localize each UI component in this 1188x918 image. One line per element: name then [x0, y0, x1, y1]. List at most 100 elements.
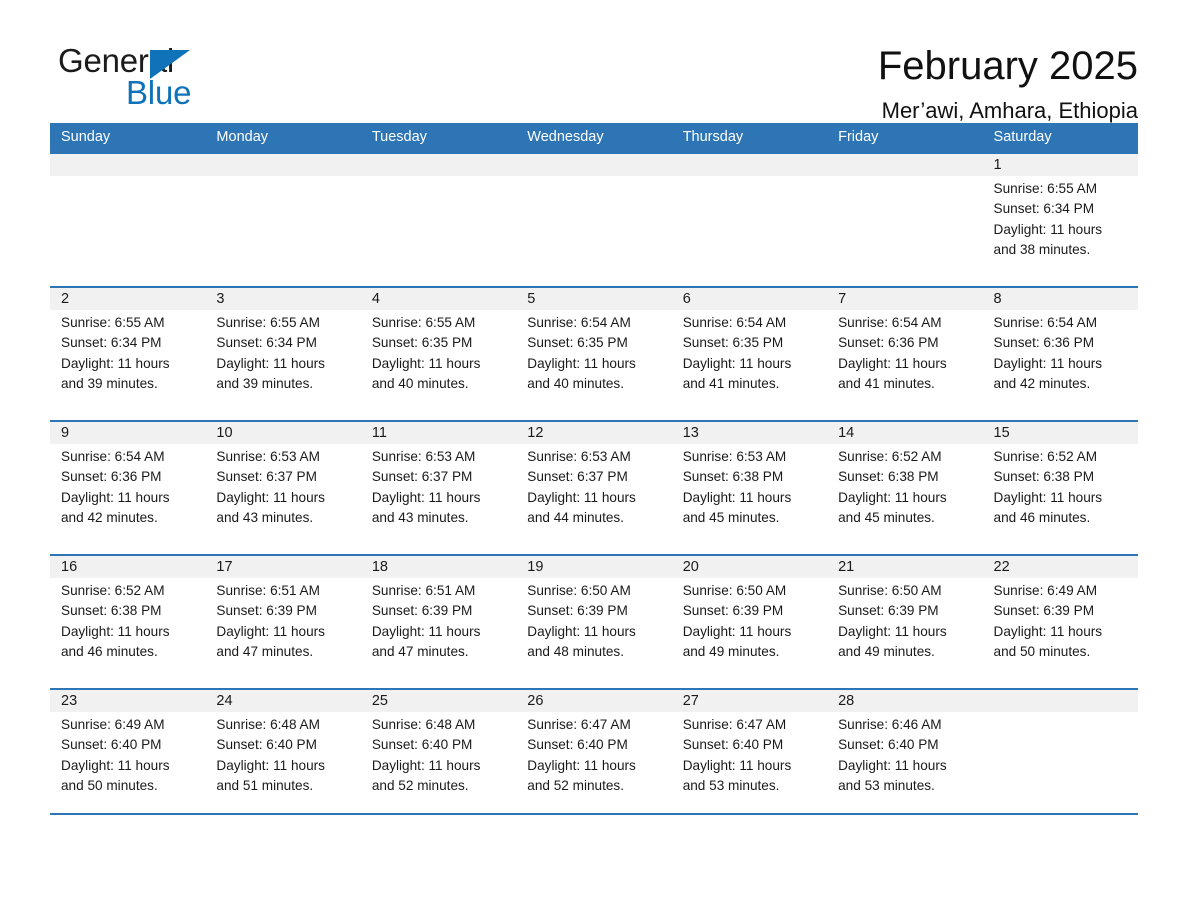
weekday-header-tuesday: Tuesday — [371, 129, 427, 145]
day-details: Sunrise: 6:50 AM Sunset: 6:39 PM Daylight:… — [827, 578, 982, 662]
calendar-day-cell[interactable]: 14 Sunrise: 6:52 AM Sunset: 6:38 PM Dayligh… — [827, 422, 983, 554]
sunset-time: Sunset: 6:38 PM — [61, 603, 162, 619]
day-number: 14 — [827, 422, 983, 444]
daylight-duration-line1: Daylight: 11 hours — [682, 623, 792, 639]
day-number: 26 — [516, 690, 672, 712]
day-details: Sunrise: 6:48 AM Sunset: 6:40 PM Daylight:… — [205, 712, 360, 796]
sunrise-time: Sunrise: 6:50 AM — [838, 583, 942, 598]
calendar-day-cell[interactable]: 16 Sunrise: 6:52 AM Sunset: 6:38 PM Dayligh… — [50, 556, 206, 688]
daylight-duration-line2: and 42 minutes. — [61, 509, 158, 525]
day-number: 12 — [516, 422, 672, 444]
day-number: 13 — [671, 422, 828, 444]
day-details: Sunrise: 6:52 AM Sunset: 6:38 PM Daylight:… — [827, 444, 982, 528]
day-details: Sunrise: 6:53 AM Sunset: 6:37 PM Daylight:… — [205, 444, 360, 528]
day-number — [982, 690, 1138, 712]
day-number: 5 — [516, 288, 672, 310]
sunrise-time: Sunrise: 6:55 AM — [61, 315, 165, 330]
calendar-day-cell[interactable]: 5 Sunrise: 6:54 AM Sunset: 6:35 PM Daylight… — [516, 288, 672, 420]
day-details: Sunrise: 6:47 AM Sunset: 6:40 PM Daylight:… — [516, 712, 671, 796]
calendar-day-cell-empty — [516, 154, 672, 286]
sunset-time: Sunset: 6:35 PM — [682, 335, 784, 351]
weekday-header-sunday: Sunday — [61, 129, 111, 145]
daylight-duration-line1: Daylight: 11 hours — [838, 355, 947, 371]
day-number: 16 — [50, 556, 206, 578]
weekday-header-thursday: Thursday — [682, 129, 744, 145]
sunset-time: Sunset: 6:38 PM — [993, 469, 1095, 485]
calendar-day-cell-empty — [360, 154, 517, 286]
day-details — [50, 176, 205, 179]
day-number: 6 — [671, 288, 828, 310]
calendar-day-cell[interactable]: 12 Sunrise: 6:53 AM Sunset: 6:37 PM Dayligh… — [516, 422, 672, 554]
daylight-duration-line1: Daylight: 11 hours — [838, 757, 947, 773]
sunrise-time: Sunrise: 6:52 AM — [61, 583, 165, 598]
day-number: 2 — [50, 288, 206, 310]
calendar-weeks: 1 Sunrise: 6:55 AM Sunset: 6:34 PM Daylight… — [50, 152, 1138, 813]
sunset-time: Sunset: 6:39 PM — [838, 603, 939, 619]
day-details: Sunrise: 6:53 AM Sunset: 6:38 PM Daylight:… — [672, 444, 827, 528]
calendar-day-cell[interactable]: 22 Sunrise: 6:49 AM Sunset: 6:39 PM Dayligh… — [982, 556, 1138, 688]
daylight-duration-line1: Daylight: 11 hours — [216, 355, 325, 371]
sunrise-time: Sunrise: 6:50 AM — [682, 583, 787, 598]
calendar-day-cell[interactable]: 24 Sunrise: 6:48 AM Sunset: 6:40 PM Dayligh… — [205, 690, 361, 813]
calendar-day-cell[interactable]: 2 Sunrise: 6:55 AM Sunset: 6:34 PM Daylight… — [50, 288, 206, 420]
daylight-duration-line2: and 43 minutes. — [371, 509, 469, 525]
calendar-day-cell[interactable]: 15 Sunrise: 6:52 AM Sunset: 6:38 PM Dayligh… — [982, 422, 1138, 554]
day-details: Sunrise: 6:53 AM Sunset: 6:37 PM Daylight:… — [361, 444, 516, 528]
day-details — [361, 176, 516, 179]
calendar-day-cell[interactable]: 27 Sunrise: 6:47 AM Sunset: 6:40 PM Dayligh… — [671, 690, 828, 813]
weekday-header-wednesday: Wednesday — [527, 129, 604, 145]
calendar-day-cell[interactable]: 3 Sunrise: 6:55 AM Sunset: 6:34 PM Daylight… — [205, 288, 361, 420]
day-number: 21 — [827, 556, 983, 578]
calendar-bottom-rule — [50, 813, 1138, 815]
sunset-time: Sunset: 6:35 PM — [527, 335, 628, 351]
calendar-day-cell-empty — [205, 154, 361, 286]
calendar-day-cell[interactable]: 8 Sunrise: 6:54 AM Sunset: 6:36 PM Daylight… — [982, 288, 1138, 420]
calendar-day-cell[interactable]: 21 Sunrise: 6:50 AM Sunset: 6:39 PM Dayligh… — [827, 556, 983, 688]
calendar-day-cell[interactable]: 18 Sunrise: 6:51 AM Sunset: 6:39 PM Dayligh… — [360, 556, 517, 688]
calendar-day-cell[interactable]: 7 Sunrise: 6:54 AM Sunset: 6:36 PM Daylight… — [827, 288, 983, 420]
calendar-day-cell[interactable]: 9 Sunrise: 6:54 AM Sunset: 6:36 PM Daylight… — [50, 422, 206, 554]
calendar-day-cell[interactable]: 26 Sunrise: 6:47 AM Sunset: 6:40 PM Dayligh… — [516, 690, 672, 813]
day-number — [50, 154, 206, 176]
day-details: Sunrise: 6:54 AM Sunset: 6:35 PM Daylight:… — [672, 310, 827, 394]
calendar-day-cell[interactable]: 28 Sunrise: 6:46 AM Sunset: 6:40 PM Dayligh… — [827, 690, 983, 813]
sunset-time: Sunset: 6:34 PM — [993, 201, 1095, 217]
calendar-day-cell[interactable]: 11 Sunrise: 6:53 AM Sunset: 6:37 PM Dayligh… — [360, 422, 517, 554]
calendar-day-cell[interactable]: 17 Sunrise: 6:51 AM Sunset: 6:39 PM Dayligh… — [205, 556, 361, 688]
daylight-duration-line1: Daylight: 11 hours — [216, 489, 325, 505]
sunset-time: Sunset: 6:34 PM — [216, 335, 317, 351]
sunset-time: Sunset: 6:40 PM — [216, 737, 317, 753]
calendar-week-row: 16 Sunrise: 6:52 AM Sunset: 6:38 PM Dayligh… — [50, 554, 1138, 688]
daylight-duration-line1: Daylight: 11 hours — [216, 623, 325, 639]
day-details: Sunrise: 6:54 AM Sunset: 6:36 PM Daylight:… — [827, 310, 982, 394]
calendar-day-cell[interactable]: 23 Sunrise: 6:49 AM Sunset: 6:40 PM Dayligh… — [50, 690, 206, 813]
day-details: Sunrise: 6:51 AM Sunset: 6:39 PM Daylight:… — [361, 578, 516, 662]
calendar-day-cell[interactable]: 6 Sunrise: 6:54 AM Sunset: 6:35 PM Daylight… — [671, 288, 828, 420]
day-number: 9 — [50, 422, 206, 444]
calendar-day-cell[interactable]: 19 Sunrise: 6:50 AM Sunset: 6:39 PM Dayligh… — [516, 556, 672, 688]
day-number: 24 — [205, 690, 361, 712]
daylight-duration-line2: and 45 minutes. — [682, 509, 780, 525]
calendar-day-cell[interactable]: 25 Sunrise: 6:48 AM Sunset: 6:40 PM Dayligh… — [360, 690, 517, 813]
sunset-time: Sunset: 6:39 PM — [371, 603, 473, 619]
daylight-duration-line1: Daylight: 11 hours — [993, 489, 1103, 505]
sunset-time: Sunset: 6:34 PM — [61, 335, 162, 351]
sunset-time: Sunset: 6:36 PM — [993, 335, 1095, 351]
calendar-day-cell[interactable]: 1 Sunrise: 6:55 AM Sunset: 6:34 PM Daylight… — [982, 154, 1138, 286]
calendar-day-cell[interactable]: 10 Sunrise: 6:53 AM Sunset: 6:37 PM Dayligh… — [205, 422, 361, 554]
daylight-duration-line1: Daylight: 11 hours — [682, 489, 792, 505]
calendar-day-cell[interactable]: 4 Sunrise: 6:55 AM Sunset: 6:35 PM Daylight… — [360, 288, 517, 420]
sunrise-time: Sunrise: 6:46 AM — [838, 717, 942, 732]
daylight-duration-line1: Daylight: 11 hours — [527, 757, 636, 773]
daylight-duration-line1: Daylight: 11 hours — [61, 623, 170, 639]
generalblue-logo[interactable]: General Blue — [50, 42, 250, 116]
calendar-day-cell[interactable]: 13 Sunrise: 6:53 AM Sunset: 6:38 PM Dayligh… — [671, 422, 828, 554]
sunrise-time: Sunrise: 6:51 AM — [216, 583, 320, 598]
sunrise-time: Sunrise: 6:53 AM — [527, 449, 631, 464]
calendar-day-cell[interactable]: 20 Sunrise: 6:50 AM Sunset: 6:39 PM Dayligh… — [671, 556, 828, 688]
sunset-time: Sunset: 6:37 PM — [527, 469, 628, 485]
sunrise-time: Sunrise: 6:49 AM — [993, 583, 1098, 598]
sunrise-time: Sunrise: 6:55 AM — [371, 315, 476, 330]
sunrise-time: Sunrise: 6:48 AM — [371, 717, 476, 732]
sunrise-time: Sunrise: 6:47 AM — [527, 717, 631, 732]
